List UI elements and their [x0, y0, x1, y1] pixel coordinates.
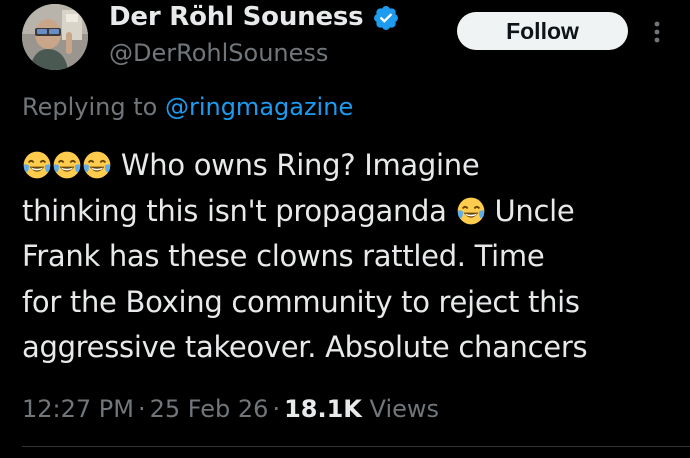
- follow-button[interactable]: Follow: [457, 12, 628, 50]
- meta-separator: ·: [272, 395, 281, 423]
- verified-badge-icon: [374, 6, 398, 30]
- tweet-line-1: Who owns Ring? Imagine: [22, 143, 682, 189]
- more-vertical-icon[interactable]: [650, 20, 664, 44]
- face-with-tears-of-joy-icon: [457, 197, 484, 224]
- tweet-line-2-text-after: Uncle: [494, 193, 575, 228]
- tweet-line-5: aggressive takeover. Absolute chancers: [22, 330, 588, 364]
- tweet-line-4: for the Boxing community to reject this: [22, 284, 580, 319]
- views-label: Views: [369, 395, 440, 423]
- reply-target-link[interactable]: @ringmagazine: [165, 93, 353, 121]
- display-name[interactable]: Der Röhl Souness: [109, 0, 364, 34]
- tweet-line-3: Frank has these clowns rattled. Time: [22, 239, 545, 273]
- user-handle[interactable]: @DerRohlSouness: [109, 37, 328, 69]
- avatar[interactable]: [22, 4, 88, 70]
- face-with-tears-of-joy-icon: [23, 151, 51, 179]
- divider: [22, 446, 690, 447]
- avatar-image: [22, 4, 88, 70]
- tweet-line-2-text-before: thinking this isn't propaganda: [22, 193, 447, 228]
- replying-to: Replying to @ringmagazine: [22, 90, 353, 124]
- tweet-line-2: thinking this isn't propaganda Uncle: [22, 189, 682, 235]
- tweet-text: Who owns Ring? Imagine thinking this isn…: [22, 143, 682, 371]
- face-with-tears-of-joy-icon: [83, 151, 111, 179]
- tweet-time[interactable]: 12:27 PM: [22, 395, 134, 423]
- tweet-meta: 12:27 PM · 25 Feb 26 · 18.1K Views: [22, 392, 439, 426]
- replying-to-label: Replying to: [22, 93, 158, 121]
- meta-separator: ·: [137, 395, 146, 423]
- tweet-date[interactable]: 25 Feb 26: [150, 395, 269, 423]
- face-with-tears-of-joy-icon: [53, 151, 81, 179]
- tweet-line-1-text: Who owns Ring? Imagine: [120, 148, 480, 182]
- views-count[interactable]: 18.1K: [284, 395, 362, 423]
